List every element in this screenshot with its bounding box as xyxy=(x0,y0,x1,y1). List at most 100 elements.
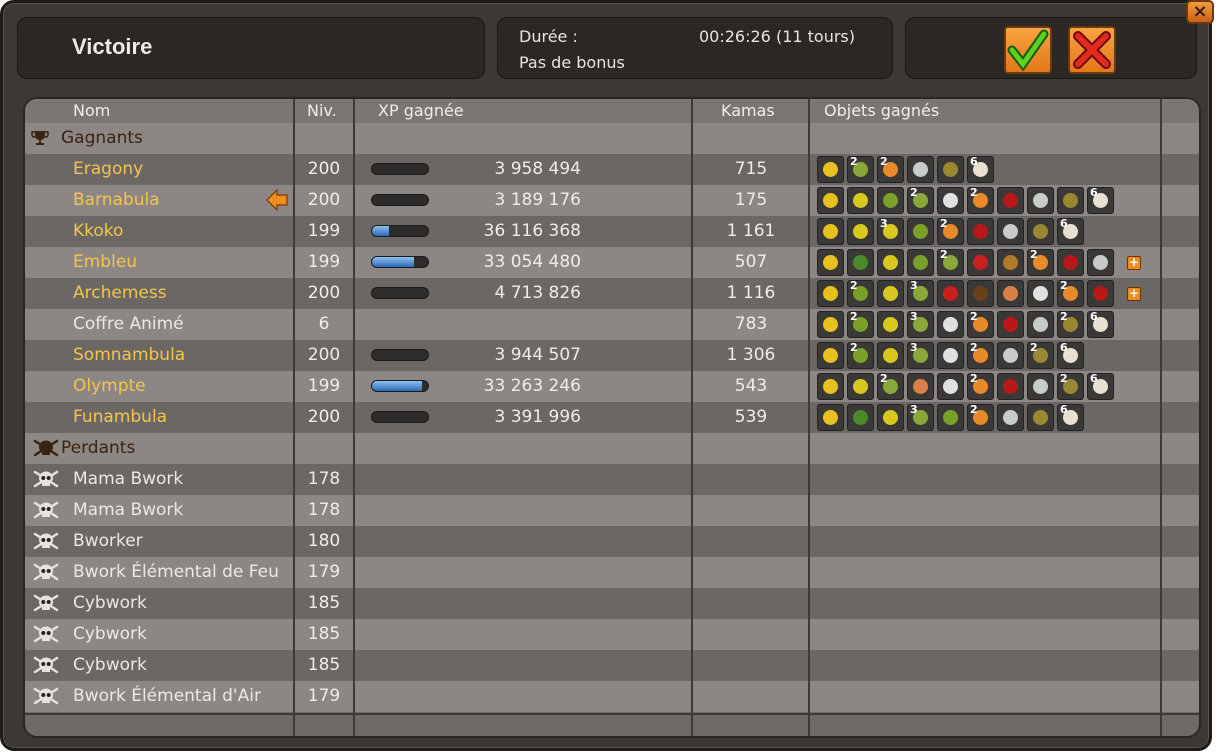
yellow-wing-icon[interactable] xyxy=(847,373,874,400)
skull-trophy-icon[interactable]: 6 xyxy=(1057,217,1084,245)
orange-claw-icon[interactable]: 2 xyxy=(967,310,994,338)
feather-icon[interactable] xyxy=(997,342,1024,369)
hide-icon[interactable] xyxy=(1027,404,1054,431)
green-fruit-icon[interactable] xyxy=(877,187,904,214)
hide-icon[interactable] xyxy=(1057,187,1084,214)
yellow-wing-icon[interactable] xyxy=(877,249,904,276)
skull-trophy-icon[interactable]: 6 xyxy=(1087,372,1114,400)
item-graphic xyxy=(853,410,868,425)
gold-medal-icon[interactable] xyxy=(817,342,844,369)
candy-icon[interactable] xyxy=(907,373,934,400)
item-graphic xyxy=(823,410,838,425)
item-quantity: 6 xyxy=(1060,341,1068,354)
orange-claw-icon[interactable]: 2 xyxy=(967,186,994,214)
skull-trophy-icon[interactable]: 6 xyxy=(1057,341,1084,369)
skull-trophy-icon[interactable]: 6 xyxy=(1087,186,1114,214)
leather-belt-icon[interactable] xyxy=(997,249,1024,276)
orange-claw-icon[interactable]: 2 xyxy=(937,217,964,245)
green-fruit-icon[interactable] xyxy=(937,404,964,431)
yellow-wing-icon[interactable] xyxy=(847,218,874,245)
leaf-pouch-icon[interactable]: 2 xyxy=(907,186,934,214)
brown-antler-icon[interactable] xyxy=(967,280,994,307)
leaf-pouch-icon[interactable]: 2 xyxy=(937,248,964,276)
gold-medal-icon[interactable] xyxy=(817,404,844,431)
green-fruit-icon[interactable] xyxy=(907,218,934,245)
cancel-button[interactable] xyxy=(1068,26,1116,74)
item-graphic xyxy=(853,255,868,270)
green-fruit-icon[interactable] xyxy=(907,249,934,276)
white-bandage-icon[interactable] xyxy=(937,373,964,400)
candy-icon[interactable] xyxy=(997,280,1024,307)
orange-claw-icon[interactable]: 2 xyxy=(1057,279,1084,307)
leaf-pouch-icon[interactable]: 3 xyxy=(907,403,934,431)
hide-icon[interactable]: 2 xyxy=(1057,310,1084,338)
green-fruit-icon[interactable]: 2 xyxy=(847,310,874,338)
red-pants-icon[interactable] xyxy=(937,280,964,307)
gold-medal-icon[interactable] xyxy=(817,311,844,338)
orange-claw-icon[interactable]: 2 xyxy=(877,155,904,183)
feather-icon[interactable] xyxy=(1027,373,1054,400)
orange-claw-icon[interactable]: 2 xyxy=(967,403,994,431)
item-graphic xyxy=(1063,255,1078,270)
yellow-wing-icon[interactable] xyxy=(877,280,904,307)
hide-icon[interactable] xyxy=(937,156,964,183)
kamas-value: 1 161 xyxy=(726,221,776,241)
leaf-pouch-icon[interactable]: 3 xyxy=(907,341,934,369)
red-scarf-icon[interactable] xyxy=(1057,249,1084,276)
skull-trophy-icon[interactable]: 6 xyxy=(967,155,994,183)
red-scarf-icon[interactable] xyxy=(1087,280,1114,307)
hide-icon[interactable]: 2 xyxy=(1027,341,1054,369)
gold-medal-icon[interactable] xyxy=(817,249,844,276)
table-header: Nom Niv. XP gagnée Kamas Objets gagnés xyxy=(25,99,1199,123)
hide-icon[interactable]: 2 xyxy=(1057,372,1084,400)
white-bandage-icon[interactable] xyxy=(1027,280,1054,307)
item-graphic xyxy=(943,317,958,332)
leaf-pouch-icon[interactable]: 3 xyxy=(907,310,934,338)
red-scarf-icon[interactable] xyxy=(997,187,1024,214)
validate-button[interactable] xyxy=(1004,26,1052,74)
feather-icon[interactable] xyxy=(1027,311,1054,338)
hide-icon[interactable] xyxy=(1027,218,1054,245)
item-graphic xyxy=(973,224,988,239)
feather-icon[interactable] xyxy=(907,156,934,183)
red-scarf-icon[interactable] xyxy=(997,311,1024,338)
white-bandage-icon[interactable] xyxy=(937,187,964,214)
white-bandage-icon[interactable] xyxy=(937,342,964,369)
feather-icon[interactable] xyxy=(997,218,1024,245)
gold-medal-icon[interactable] xyxy=(817,218,844,245)
gold-medal-icon[interactable] xyxy=(817,156,844,183)
close-window-button[interactable]: × xyxy=(1186,0,1214,24)
red-pants-icon[interactable] xyxy=(967,249,994,276)
gold-medal-icon[interactable] xyxy=(817,187,844,214)
gold-medal-icon[interactable] xyxy=(817,280,844,307)
red-scarf-icon[interactable] xyxy=(967,218,994,245)
item-graphic xyxy=(853,379,868,394)
skull-trophy-icon[interactable]: 6 xyxy=(1057,403,1084,431)
orange-claw-icon[interactable]: 2 xyxy=(967,341,994,369)
orange-claw-icon[interactable]: 2 xyxy=(967,372,994,400)
yellow-wing-icon[interactable] xyxy=(877,342,904,369)
bonus-text: Pas de bonus xyxy=(519,53,625,72)
yellow-wing-icon[interactable]: 3 xyxy=(877,217,904,245)
orange-claw-icon[interactable]: 2 xyxy=(1027,248,1054,276)
show-more-items-button[interactable]: + xyxy=(1127,287,1141,301)
xp-value: 3 391 996 xyxy=(494,407,581,427)
yellow-wing-icon[interactable] xyxy=(877,404,904,431)
leaf-pouch-icon[interactable]: 2 xyxy=(847,155,874,183)
yellow-wing-icon[interactable] xyxy=(847,187,874,214)
feather-icon[interactable] xyxy=(997,404,1024,431)
yellow-wing-icon[interactable] xyxy=(877,311,904,338)
feather-icon[interactable] xyxy=(1027,187,1054,214)
feather-icon[interactable] xyxy=(1087,249,1114,276)
show-more-items-button[interactable]: + xyxy=(1127,256,1141,270)
green-leaf-icon[interactable] xyxy=(847,249,874,276)
leaf-pouch-icon[interactable]: 3 xyxy=(907,279,934,307)
green-fruit-icon[interactable]: 2 xyxy=(847,279,874,307)
gold-medal-icon[interactable] xyxy=(817,373,844,400)
green-leaf-icon[interactable] xyxy=(847,404,874,431)
green-fruit-icon[interactable]: 2 xyxy=(847,341,874,369)
leaf-pouch-icon[interactable]: 2 xyxy=(877,372,904,400)
red-scarf-icon[interactable] xyxy=(997,373,1024,400)
skull-trophy-icon[interactable]: 6 xyxy=(1087,310,1114,338)
white-bandage-icon[interactable] xyxy=(937,311,964,338)
